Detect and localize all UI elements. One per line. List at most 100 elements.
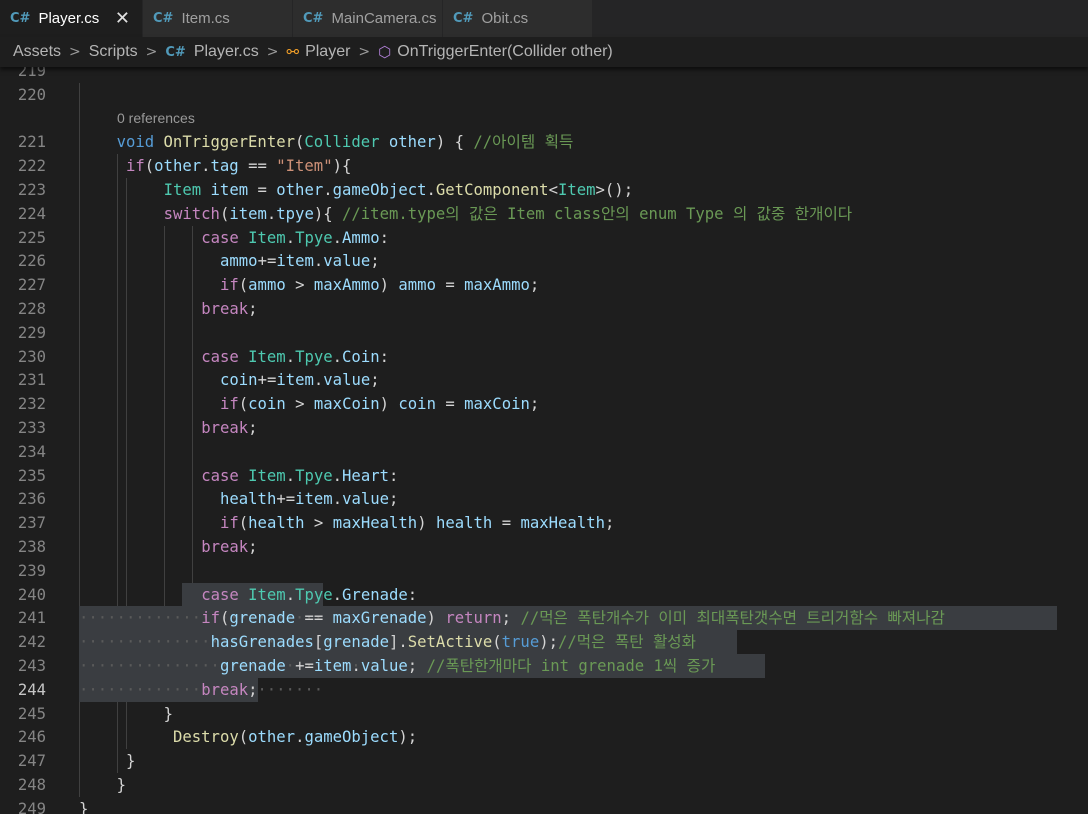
code-line[interactable]: 248} <box>0 773 1088 797</box>
code-line[interactable]: 226 ammo+=item.value; <box>0 249 1088 273</box>
breadcrumb-scripts[interactable]: Scripts <box>89 43 138 61</box>
code-token: ) { <box>435 133 474 152</box>
chevron-right-icon: > <box>266 44 279 60</box>
code-text: hasGrenades[grenade].SetActive(true);//먹… <box>211 630 696 654</box>
code-text: if(ammo > maxAmmo) ammo = maxAmmo; <box>220 273 539 297</box>
code-editor[interactable]: 0 references 219 220 221 void OnTriggerEnter… <box>0 67 1088 814</box>
code-token: if <box>220 276 239 295</box>
tab-maincamera-cs[interactable]: C# MainCamera.cs <box>293 0 443 37</box>
code-token: item <box>295 490 333 509</box>
code-line[interactable]: 239 <box>0 559 1088 583</box>
line-number: 232 <box>17 395 46 414</box>
breadcrumb-assets[interactable]: Assets <box>13 43 61 61</box>
line-number: 230 <box>17 347 46 366</box>
code-line[interactable]: ·························· 241 if(grenade … <box>0 606 1088 631</box>
line-number: 245 <box>17 704 46 723</box>
breadcrumb: Assets > Scripts > C# Player.cs > ⚯ Play… <box>0 37 1088 67</box>
code-text: coin+=item.value; <box>220 368 380 392</box>
code-text: if(coin > maxCoin) coin = maxCoin; <box>220 392 539 416</box>
code-line[interactable]: 237 if(health > maxHealth) health = maxHe… <box>0 511 1088 535</box>
csharp-file-icon: C# <box>10 11 31 26</box>
tab-label: Item.cs <box>181 10 230 27</box>
code-token: Coin <box>342 347 380 366</box>
code-line[interactable]: 232 if(coin > maxCoin) coin = maxCoin; <box>0 392 1088 416</box>
code-line[interactable]: 219 <box>0 67 1088 83</box>
code-line[interactable]: 225 case Item.Tpye.Ammo: <box>0 226 1088 250</box>
code-text: grenade +=item.value; //폭탄한개마다 int grena… <box>220 654 715 678</box>
code-line[interactable]: 230 case Item.Tpye.Coin: <box>0 345 1088 369</box>
code-line[interactable]: 222 if(other.tag == "Item"){ <box>0 154 1088 178</box>
code-token: . <box>332 228 343 247</box>
code-token: ( <box>219 609 230 628</box>
code-token: hasGrenades <box>210 633 314 652</box>
code-line[interactable]: 224 switch(item.tpye){ //item.type의 값은 It… <box>0 202 1088 226</box>
code-token: item <box>276 252 314 271</box>
line-number: 224 <box>17 204 46 223</box>
breadcrumb-class[interactable]: Player <box>305 43 350 61</box>
code-token: : <box>379 228 389 247</box>
code-line[interactable]: 227 if(ammo > maxAmmo) ammo = maxAmmo; <box>0 273 1088 297</box>
code-token: ammo <box>248 276 286 295</box>
codelens-references[interactable]: 0 references <box>117 110 195 126</box>
code-token: if <box>126 157 145 176</box>
code-token: maxHealth <box>520 514 605 533</box>
tab-obit-cs[interactable]: C# Obit.cs <box>443 0 593 37</box>
code-token: tpye <box>276 204 314 223</box>
code-token: : <box>407 585 418 604</box>
code-line[interactable]: 249} <box>0 797 1088 814</box>
code-line[interactable]: 231 coin+=item.value; <box>0 368 1088 392</box>
code-line[interactable]: ······························ 243 grenade… <box>0 654 1088 678</box>
code-line[interactable]: 240 case Item.Tpye.Grenade: <box>0 582 1088 607</box>
code-token: if <box>201 609 220 628</box>
code-token: ; <box>370 371 380 390</box>
csharp-file-icon: C# <box>153 11 174 26</box>
code-line[interactable]: 220 <box>0 83 1088 107</box>
code-token: Heart <box>342 466 389 485</box>
code-token: //먹은 폭탄개수가 이미 최대폭탄갯수면 트리거함수 빠져나감 <box>520 609 945 628</box>
code-line[interactable]: 245} <box>0 702 1088 726</box>
line-number: 222 <box>17 157 46 176</box>
code-token: maxGrenade <box>332 609 427 628</box>
code-line[interactable]: 221 void OnTriggerEnter(Collider other) {… <box>0 130 1088 154</box>
code-token: tag <box>210 157 239 176</box>
code-line[interactable]: 233 break; <box>0 416 1088 440</box>
code-line[interactable]: 246 Destroy(other.gameObject); <box>0 725 1088 749</box>
code-token: . <box>285 228 296 247</box>
code-token: ; <box>248 419 258 437</box>
breadcrumb-method[interactable]: OnTriggerEnter(Collider other) <box>397 43 612 61</box>
code-token: ) <box>426 609 446 628</box>
code-line[interactable]: 234 <box>0 440 1088 464</box>
code-line[interactable]: ·························· 244 break; <box>0 677 1088 702</box>
code-token: > <box>285 276 314 295</box>
line-number: 226 <box>17 252 46 271</box>
tab-item-cs[interactable]: C# Item.cs <box>143 0 293 37</box>
code-token: . <box>332 466 343 485</box>
code-line[interactable]: 235 case Item.Tpye.Heart: <box>0 464 1088 488</box>
code-text: break; <box>201 416 257 440</box>
code-token: > <box>285 395 314 414</box>
code-token: gameObject <box>304 728 399 747</box>
tab-player-cs[interactable]: C# Player.cs ✕ <box>0 0 143 37</box>
code-line[interactable]: 229 <box>0 321 1088 345</box>
code-line[interactable]: 236 health+=item.value; <box>0 487 1088 511</box>
breadcrumb-file[interactable]: Player.cs <box>194 43 259 61</box>
code-line[interactable]: 228 break; <box>0 297 1088 321</box>
line-number: 220 <box>17 85 46 104</box>
code-text: case Item.Tpye.Grenade: <box>201 583 417 607</box>
code-token: other <box>388 133 436 152</box>
code-token: ; <box>248 680 258 699</box>
code-token: coin <box>220 371 258 390</box>
code-line[interactable]: 223 Item item = other.gameObject.GetCompo… <box>0 178 1088 202</box>
code-line[interactable]: ···························· 242 hasGrenad… <box>0 630 1088 655</box>
code-line[interactable]: 247} <box>0 749 1088 773</box>
close-icon[interactable]: ✕ <box>115 8 130 29</box>
code-token: other <box>276 181 324 199</box>
code-line[interactable]: 238 break; <box>0 535 1088 559</box>
line-number: 246 <box>17 728 46 747</box>
code-token: ); <box>398 728 418 747</box>
code-token: Destroy <box>173 728 239 747</box>
